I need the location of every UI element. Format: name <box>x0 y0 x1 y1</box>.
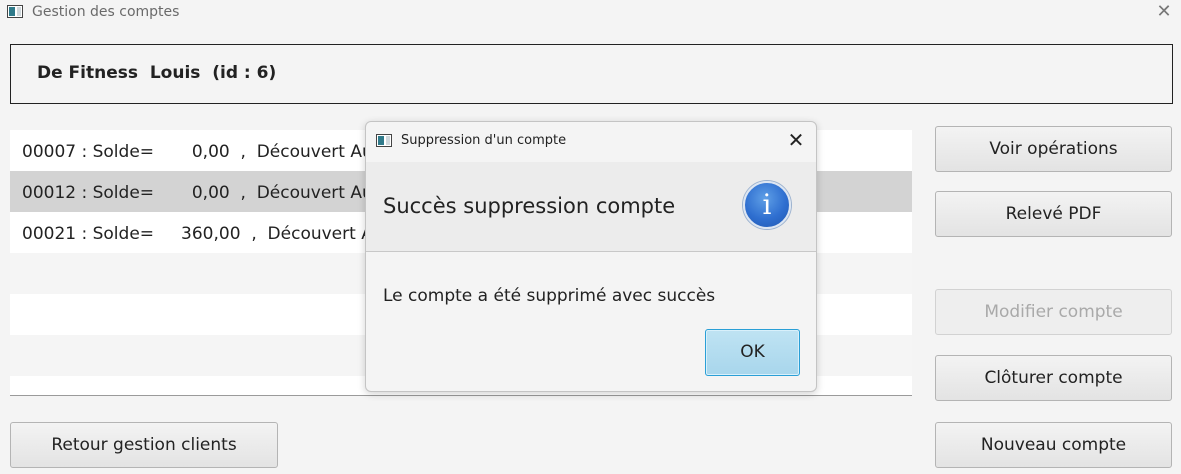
new-account-button[interactable]: Nouveau compte <box>935 422 1172 468</box>
back-to-clients-button[interactable]: Retour gestion clients <box>10 422 278 468</box>
client-header: De Fitness Louis (id : 6) <box>10 44 1173 104</box>
dialog-close-icon[interactable]: ✕ <box>784 128 808 152</box>
info-icon: i <box>743 181 791 229</box>
title-bar: Gestion des comptes ✕ <box>0 0 1181 28</box>
pdf-statement-button[interactable]: Relevé PDF <box>935 191 1172 237</box>
dialog-header: Succès suppression compte i <box>366 162 816 252</box>
edit-account-button: Modifier compte <box>935 289 1172 335</box>
dialog-message: Le compte a été supprimé avec succès <box>383 286 716 306</box>
app-icon <box>7 5 23 18</box>
info-dialog: Suppression d'un compte ✕ Succès suppres… <box>365 121 817 392</box>
window-title: Gestion des comptes <box>32 4 180 20</box>
client-name-label: De Fitness Louis (id : 6) <box>37 63 277 83</box>
close-account-button[interactable]: Clôturer compte <box>935 355 1172 401</box>
close-icon[interactable]: ✕ <box>1154 2 1174 22</box>
ok-button[interactable]: OK <box>705 329 800 376</box>
dialog-heading: Succès suppression compte <box>383 194 676 218</box>
dialog-app-icon <box>376 134 392 147</box>
dialog-title: Suppression d'un compte <box>401 133 567 148</box>
view-operations-button[interactable]: Voir opérations <box>935 126 1172 172</box>
